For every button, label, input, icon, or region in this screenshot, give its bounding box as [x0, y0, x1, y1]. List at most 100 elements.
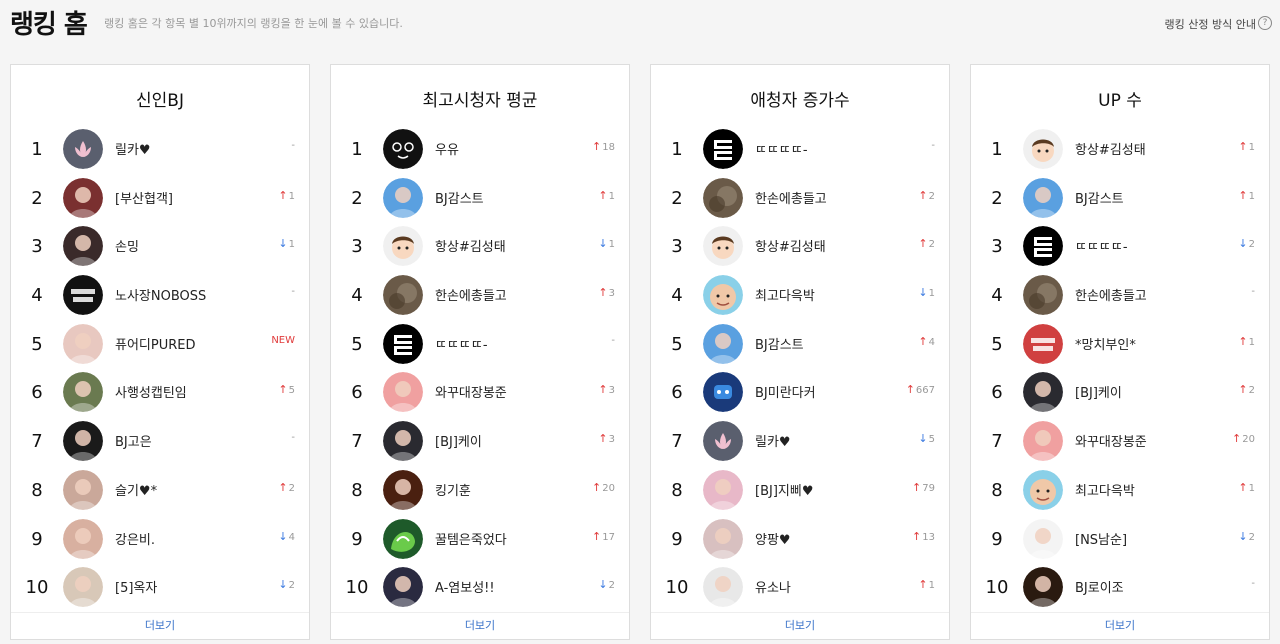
bj-name[interactable]: A-염보성!!: [435, 577, 495, 596]
ranking-row[interactable]: 1 릴카♥ -: [11, 125, 309, 174]
bj-name[interactable]: ㄸㄸㄸㄸ-: [755, 139, 808, 158]
bj-name[interactable]: [부산협객]: [115, 188, 173, 207]
avatar[interactable]: [1023, 469, 1063, 510]
bj-name[interactable]: [BJ]케이: [1075, 382, 1122, 401]
ranking-row[interactable]: 4 한손에총들고 ↑3: [331, 271, 629, 320]
avatar[interactable]: [703, 372, 743, 413]
more-link[interactable]: 더보기: [11, 612, 309, 639]
ranking-row[interactable]: 6 사행성캡틴임 ↑5: [11, 368, 309, 417]
avatar[interactable]: [63, 275, 103, 316]
avatar[interactable]: [1023, 177, 1063, 218]
bj-name[interactable]: 손밍: [115, 236, 139, 255]
avatar[interactable]: [383, 177, 423, 218]
ranking-row[interactable]: 1 우유 ↑18: [331, 125, 629, 174]
bj-name[interactable]: 사행성캡틴임: [115, 382, 187, 401]
ranking-row[interactable]: 9 양팡♥ ↑13: [651, 515, 949, 564]
help-icon[interactable]: ?: [1258, 16, 1272, 30]
avatar[interactable]: [383, 518, 423, 559]
ranking-row[interactable]: 5 *망치부인* ↑1: [971, 320, 1269, 369]
avatar[interactable]: [63, 129, 103, 169]
avatar[interactable]: [703, 177, 743, 218]
avatar[interactable]: [1023, 275, 1063, 316]
bj-name[interactable]: 킹기훈: [435, 480, 471, 499]
ranking-row[interactable]: 1 ㄸㄸㄸㄸ- -: [651, 125, 949, 174]
ranking-row[interactable]: 3 항상#김성태 ↓1: [331, 222, 629, 271]
avatar[interactable]: [63, 323, 103, 364]
bj-name[interactable]: BJ감스트: [435, 188, 484, 207]
bj-name[interactable]: 유소나: [755, 577, 791, 596]
ranking-row[interactable]: 9 꿀템은죽었다 ↑17: [331, 515, 629, 564]
bj-name[interactable]: ㄸㄸㄸㄸ-: [1075, 236, 1128, 255]
ranking-row[interactable]: 2 BJ감스트 ↑1: [971, 174, 1269, 223]
avatar[interactable]: [703, 275, 743, 316]
bj-name[interactable]: 꿀템은죽었다: [435, 529, 507, 548]
avatar[interactable]: [63, 226, 103, 267]
avatar[interactable]: [383, 421, 423, 462]
bj-name[interactable]: 최고다윽박: [1075, 480, 1135, 499]
ranking-row[interactable]: 5 ㄸㄸㄸㄸ- -: [331, 320, 629, 369]
ranking-method-link[interactable]: 랭킹 산정 방식 안내: [1165, 16, 1256, 32]
avatar[interactable]: [703, 567, 743, 608]
bj-name[interactable]: 항상#김성태: [755, 236, 826, 255]
avatar[interactable]: [63, 469, 103, 510]
bj-name[interactable]: 항상#김성태: [435, 236, 506, 255]
avatar[interactable]: [1023, 323, 1063, 364]
ranking-row[interactable]: 9 [NS남순] ↓2: [971, 515, 1269, 564]
avatar[interactable]: [63, 177, 103, 218]
ranking-row[interactable]: 10 [5]옥자 ↓2: [11, 563, 309, 612]
ranking-row[interactable]: 5 BJ감스트 ↑4: [651, 320, 949, 369]
ranking-row[interactable]: 6 BJ미란다커 ↑667: [651, 368, 949, 417]
bj-name[interactable]: 퓨어디PURED: [115, 334, 196, 353]
avatar[interactable]: [703, 469, 743, 510]
ranking-row[interactable]: 7 [BJ]케이 ↑3: [331, 417, 629, 466]
avatar[interactable]: [63, 421, 103, 462]
bj-name[interactable]: [NS남순]: [1075, 529, 1127, 548]
bj-name[interactable]: 와꾸대장봉준: [435, 382, 507, 401]
bj-name[interactable]: 항상#김성태: [1075, 139, 1146, 158]
avatar[interactable]: [63, 567, 103, 608]
ranking-row[interactable]: 2 [부산협객] ↑1: [11, 174, 309, 223]
ranking-row[interactable]: 1 항상#김성태 ↑1: [971, 125, 1269, 174]
ranking-row[interactable]: 9 강은비. ↓4: [11, 515, 309, 564]
avatar[interactable]: [383, 275, 423, 316]
ranking-row[interactable]: 7 릴카♥ ↓5: [651, 417, 949, 466]
bj-name[interactable]: 한손에총들고: [1075, 285, 1147, 304]
avatar[interactable]: [1023, 518, 1063, 559]
avatar[interactable]: [703, 226, 743, 267]
ranking-row[interactable]: 8 슬기♥* ↑2: [11, 466, 309, 515]
avatar[interactable]: [703, 129, 743, 169]
bj-name[interactable]: *망치부인*: [1075, 334, 1136, 353]
avatar[interactable]: [703, 518, 743, 559]
bj-name[interactable]: 노사장NOBOSS: [115, 285, 206, 304]
avatar[interactable]: [1023, 129, 1063, 169]
bj-name[interactable]: 강은비.: [115, 529, 155, 548]
avatar[interactable]: [703, 421, 743, 462]
avatar[interactable]: [383, 567, 423, 608]
bj-name[interactable]: 한손에총들고: [755, 188, 827, 207]
ranking-row[interactable]: 5 퓨어디PURED NEW: [11, 320, 309, 369]
ranking-row[interactable]: 3 항상#김성태 ↑2: [651, 222, 949, 271]
ranking-row[interactable]: 3 손밍 ↓1: [11, 222, 309, 271]
ranking-row[interactable]: 8 최고다윽박 ↑1: [971, 466, 1269, 515]
ranking-row[interactable]: 2 BJ감스트 ↑1: [331, 174, 629, 223]
bj-name[interactable]: [BJ]지삐♥: [755, 480, 813, 499]
bj-name[interactable]: BJ감스트: [1075, 188, 1124, 207]
bj-name[interactable]: BJ로이조: [1075, 577, 1124, 596]
avatar[interactable]: [703, 323, 743, 364]
ranking-row[interactable]: 10 A-염보성!! ↓2: [331, 563, 629, 612]
bj-name[interactable]: 슬기♥*: [115, 480, 157, 499]
bj-name[interactable]: 릴카♥: [115, 139, 151, 158]
bj-name[interactable]: 릴카♥: [755, 431, 791, 450]
ranking-row[interactable]: 10 유소나 ↑1: [651, 563, 949, 612]
ranking-row[interactable]: 4 노사장NOBOSS -: [11, 271, 309, 320]
ranking-row[interactable]: 10 BJ로이조 -: [971, 563, 1269, 612]
avatar[interactable]: [63, 518, 103, 559]
ranking-row[interactable]: 3 ㄸㄸㄸㄸ- ↓2: [971, 222, 1269, 271]
bj-name[interactable]: [5]옥자: [115, 577, 157, 596]
bj-name[interactable]: [BJ]케이: [435, 431, 482, 450]
bj-name[interactable]: 우유: [435, 139, 459, 158]
bj-name[interactable]: 한손에총들고: [435, 285, 507, 304]
avatar[interactable]: [383, 129, 423, 169]
ranking-row[interactable]: 7 와꾸대장봉준 ↑20: [971, 417, 1269, 466]
bj-name[interactable]: BJ감스트: [755, 334, 804, 353]
